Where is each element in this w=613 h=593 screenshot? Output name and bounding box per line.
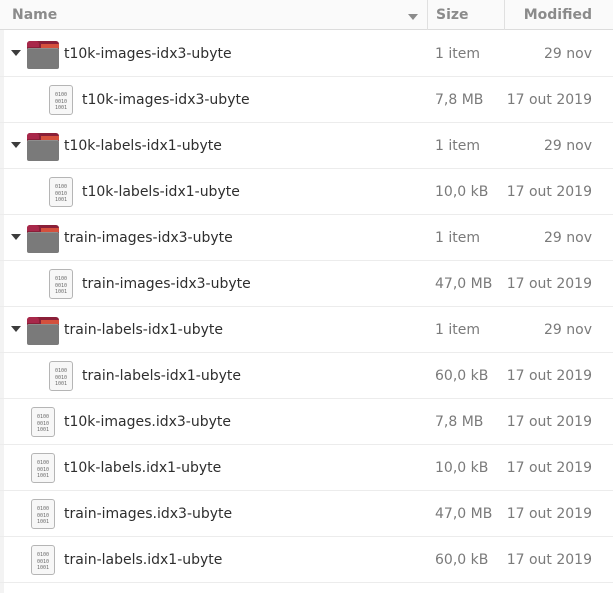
file-size: 10,0 kB xyxy=(435,184,489,200)
folder-row[interactable]: train-labels-idx1-ubyte 1 item 29 nov xyxy=(0,307,613,353)
file-row[interactable]: 0100 0010 1001 t10k-images.idx3-ubyte 7,8 … xyxy=(0,399,613,445)
file-modified: 17 out 2019 xyxy=(506,552,592,568)
file-name: train-labels-idx1-ubyte xyxy=(82,368,242,384)
column-header-modified-label: Modified xyxy=(523,7,592,23)
file-modified: 17 out 2019 xyxy=(506,184,592,200)
file-modified: 17 out 2019 xyxy=(506,506,592,522)
binary-file-icon: 0100 0010 1001 xyxy=(31,407,55,437)
folder-icon xyxy=(27,317,59,345)
binary-file-icon: 0100 0010 1001 xyxy=(49,85,73,115)
file-row[interactable]: 0100 0010 1001 train-labels.idx1-ubyte 60,… xyxy=(0,537,613,583)
binary-file-icon: 0100 0010 1001 xyxy=(49,361,73,391)
column-header-name[interactable]: Name xyxy=(0,0,427,30)
expander-arrow-icon[interactable] xyxy=(11,142,21,148)
file-size: 10,0 kB xyxy=(435,460,489,476)
file-name: train-labels.idx1-ubyte xyxy=(64,552,223,568)
file-name: t10k-labels.idx1-ubyte xyxy=(64,460,222,476)
file-row[interactable]: 0100 0010 1001 train-images.idx3-ubyte 47,… xyxy=(0,491,613,537)
file-name: t10k-labels-idx1-ubyte xyxy=(82,184,240,200)
column-header-modified[interactable]: Modified xyxy=(504,0,613,30)
column-header-size-label: Size xyxy=(436,7,469,23)
file-size: 7,8 MB xyxy=(435,92,484,108)
folder-row[interactable]: t10k-labels-idx1-ubyte 1 item 29 nov xyxy=(0,123,613,169)
file-size: 7,8 MB xyxy=(435,414,484,430)
column-header-bar: Name Size Modified xyxy=(0,0,613,30)
file-size: 47,0 MB xyxy=(435,276,493,292)
file-name: t10k-images-idx3-ubyte xyxy=(64,46,232,62)
binary-file-icon: 0100 0010 1001 xyxy=(31,545,55,575)
expander-arrow-icon[interactable] xyxy=(11,50,21,56)
folder-icon xyxy=(27,41,59,69)
file-modified: 29 nov xyxy=(544,230,592,246)
file-name: train-images-idx3-ubyte xyxy=(82,276,251,292)
folder-row[interactable]: train-images-idx3-ubyte 1 item 29 nov xyxy=(0,215,613,261)
file-name: train-labels-idx1-ubyte xyxy=(64,322,224,338)
file-size: 60,0 kB xyxy=(435,552,489,568)
column-header-size[interactable]: Size xyxy=(427,0,504,30)
binary-file-icon: 0100 0010 1001 xyxy=(49,177,73,207)
file-list-view: Name Size Modified t10k-images-idx3-ubyt… xyxy=(0,0,613,593)
expander-arrow-icon[interactable] xyxy=(11,326,21,332)
folder-row[interactable]: t10k-images-idx3-ubyte 1 item 29 nov xyxy=(0,31,613,77)
file-modified: 17 out 2019 xyxy=(506,414,592,430)
binary-file-icon: 0100 0010 1001 xyxy=(31,453,55,483)
column-header-name-label: Name xyxy=(12,7,58,23)
file-row[interactable]: 0100 0010 1001 t10k-labels-idx1-ubyte 10,0… xyxy=(0,169,613,215)
file-modified: 17 out 2019 xyxy=(506,368,592,384)
file-size: 47,0 MB xyxy=(435,506,493,522)
folder-icon xyxy=(27,133,59,161)
file-modified: 17 out 2019 xyxy=(506,92,592,108)
file-size: 60,0 kB xyxy=(435,368,489,384)
file-size: 1 item xyxy=(435,138,480,154)
file-row[interactable]: 0100 0010 1001 train-labels-idx1-ubyte 60,… xyxy=(0,353,613,399)
file-modified: 29 nov xyxy=(544,138,592,154)
file-size: 1 item xyxy=(435,230,480,246)
file-size: 1 item xyxy=(435,322,480,338)
file-rows: t10k-images-idx3-ubyte 1 item 29 nov 010… xyxy=(0,31,613,583)
file-modified: 29 nov xyxy=(544,46,592,62)
file-modified: 17 out 2019 xyxy=(506,460,592,476)
file-modified: 29 nov xyxy=(544,322,592,338)
file-row[interactable]: 0100 0010 1001 t10k-labels.idx1-ubyte 10,0… xyxy=(0,445,613,491)
file-modified: 17 out 2019 xyxy=(506,276,592,292)
file-name: t10k-labels-idx1-ubyte xyxy=(64,138,222,154)
file-size: 1 item xyxy=(435,46,480,62)
binary-file-icon: 0100 0010 1001 xyxy=(31,499,55,529)
folder-icon xyxy=(27,225,59,253)
file-name: t10k-images-idx3-ubyte xyxy=(82,92,250,108)
file-name: t10k-images.idx3-ubyte xyxy=(64,414,231,430)
file-row[interactable]: 0100 0010 1001 train-images-idx3-ubyte 47,… xyxy=(0,261,613,307)
binary-file-icon: 0100 0010 1001 xyxy=(49,269,73,299)
file-name: train-images.idx3-ubyte xyxy=(64,506,233,522)
file-row[interactable]: 0100 0010 1001 t10k-images-idx3-ubyte 7,8 … xyxy=(0,77,613,123)
file-name: train-images-idx3-ubyte xyxy=(64,230,233,246)
expander-arrow-icon[interactable] xyxy=(11,234,21,240)
sort-descending-icon[interactable] xyxy=(408,14,418,20)
